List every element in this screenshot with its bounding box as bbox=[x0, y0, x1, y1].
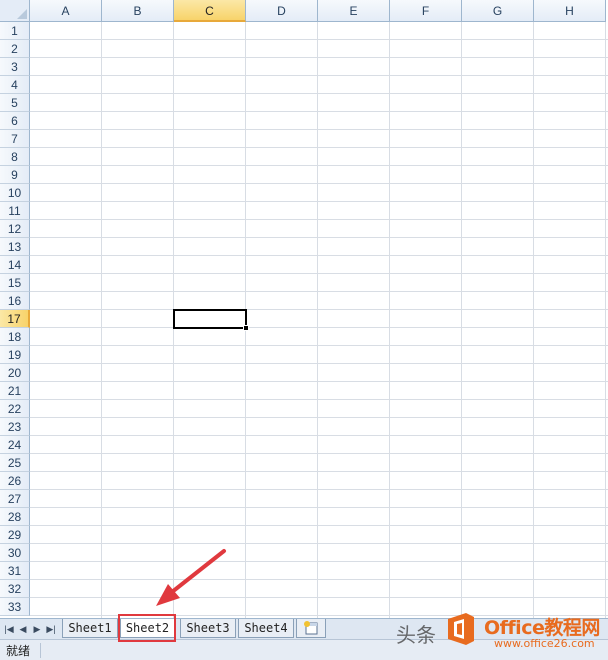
sheet-tab-sheet3[interactable]: Sheet3 bbox=[180, 619, 236, 638]
row-header-1[interactable]: 1 bbox=[0, 22, 30, 40]
column-header-f[interactable]: F bbox=[390, 0, 462, 22]
row-header-7[interactable]: 7 bbox=[0, 130, 30, 148]
row-header-2[interactable]: 2 bbox=[0, 40, 30, 58]
row-header-9[interactable]: 9 bbox=[0, 166, 30, 184]
prev-sheet-icon[interactable]: ◀ bbox=[16, 621, 30, 637]
next-sheet-icon[interactable]: ▶ bbox=[30, 621, 44, 637]
grid-hline bbox=[30, 291, 608, 292]
row-header-6[interactable]: 6 bbox=[0, 112, 30, 130]
grid-hline bbox=[30, 255, 608, 256]
office-logo-icon bbox=[448, 613, 474, 645]
row-header-28[interactable]: 28 bbox=[0, 508, 30, 526]
row-header-12[interactable]: 12 bbox=[0, 220, 30, 238]
row-header-3[interactable]: 3 bbox=[0, 58, 30, 76]
row-header-33[interactable]: 33 bbox=[0, 598, 30, 616]
grid-hline bbox=[30, 471, 608, 472]
row-header-19[interactable]: 19 bbox=[0, 346, 30, 364]
column-header-d[interactable]: D bbox=[246, 0, 318, 22]
select-all-corner[interactable] bbox=[0, 0, 30, 22]
grid-hline bbox=[30, 219, 608, 220]
watermark-url: www.office26.com bbox=[494, 637, 595, 650]
insert-sheet-icon bbox=[304, 621, 318, 635]
row-header-4[interactable]: 4 bbox=[0, 76, 30, 94]
insert-sheet-button[interactable] bbox=[296, 619, 326, 638]
watermark-brand: Office教程网 bbox=[484, 617, 600, 639]
row-header-16[interactable]: 16 bbox=[0, 292, 30, 310]
spreadsheet-grid: ABCDEFGH 1 2 3 4 5 6 7 8 9 10 11 12 13 14 15 16 17 18 19 20… bbox=[0, 0, 608, 621]
grid-hline bbox=[30, 453, 608, 454]
grid-hline bbox=[30, 147, 608, 148]
row-header-24[interactable]: 24 bbox=[0, 436, 30, 454]
last-sheet-icon[interactable]: ▶| bbox=[44, 621, 58, 637]
first-sheet-icon[interactable]: |◀ bbox=[2, 621, 16, 637]
row-header-15[interactable]: 15 bbox=[0, 274, 30, 292]
row-header-8[interactable]: 8 bbox=[0, 148, 30, 166]
grid-hline bbox=[30, 543, 608, 544]
watermark-toutiao: 头条 bbox=[396, 623, 436, 647]
row-header-31[interactable]: 31 bbox=[0, 562, 30, 580]
grid-hline bbox=[30, 561, 608, 562]
row-header-29[interactable]: 29 bbox=[0, 526, 30, 544]
select-all-triangle-icon bbox=[17, 9, 27, 19]
column-header-h[interactable]: H bbox=[534, 0, 606, 22]
status-separator bbox=[40, 643, 41, 658]
grid-hline bbox=[30, 111, 608, 112]
row-header-5[interactable]: 5 bbox=[0, 94, 30, 112]
row-header-20[interactable]: 20 bbox=[0, 364, 30, 382]
row-header-22[interactable]: 22 bbox=[0, 400, 30, 418]
row-header-26[interactable]: 26 bbox=[0, 472, 30, 490]
grid-hline bbox=[30, 327, 608, 328]
grid-hline bbox=[30, 309, 608, 310]
row-header-27[interactable]: 27 bbox=[0, 490, 30, 508]
grid-hline bbox=[30, 525, 608, 526]
grid-hline bbox=[30, 579, 608, 580]
row-header-14[interactable]: 14 bbox=[0, 256, 30, 274]
row-header-21[interactable]: 21 bbox=[0, 382, 30, 400]
row-header-30[interactable]: 30 bbox=[0, 544, 30, 562]
sheet-tab-sheet1[interactable]: Sheet1 bbox=[62, 619, 118, 638]
grid-hline bbox=[30, 417, 608, 418]
column-header-b[interactable]: B bbox=[102, 0, 174, 22]
grid-hline bbox=[30, 129, 608, 130]
grid-hline bbox=[30, 93, 608, 94]
column-header-c[interactable]: C bbox=[174, 0, 246, 22]
sheet-tab-sheet4[interactable]: Sheet4 bbox=[238, 619, 294, 638]
row-header-11[interactable]: 11 bbox=[0, 202, 30, 220]
grid-hline bbox=[30, 381, 608, 382]
fill-handle[interactable] bbox=[243, 325, 249, 331]
grid-hline bbox=[30, 183, 608, 184]
grid-hline bbox=[30, 399, 608, 400]
grid-hline bbox=[30, 273, 608, 274]
grid-hline bbox=[30, 165, 608, 166]
grid-hline bbox=[30, 237, 608, 238]
status-ready-text: 就绪 bbox=[6, 644, 31, 658]
grid-hline bbox=[30, 363, 608, 364]
row-header-13[interactable]: 13 bbox=[0, 238, 30, 256]
sheet-tab-sheet2[interactable]: Sheet2 bbox=[120, 619, 175, 638]
grid-hline bbox=[30, 201, 608, 202]
column-header-e[interactable]: E bbox=[318, 0, 390, 22]
grid-hline bbox=[30, 597, 608, 598]
row-header-18[interactable]: 18 bbox=[0, 328, 30, 346]
grid-hline bbox=[30, 57, 608, 58]
column-header-g[interactable]: G bbox=[462, 0, 534, 22]
grid-hline bbox=[30, 75, 608, 76]
row-header-23[interactable]: 23 bbox=[0, 418, 30, 436]
grid-hline bbox=[30, 39, 608, 40]
row-header-17[interactable]: 17 bbox=[0, 310, 30, 328]
grid-hline bbox=[30, 345, 608, 346]
row-header-32[interactable]: 32 bbox=[0, 580, 30, 598]
grid-hline bbox=[30, 435, 608, 436]
row-header-25[interactable]: 25 bbox=[0, 454, 30, 472]
grid-hline bbox=[30, 507, 608, 508]
row-header-10[interactable]: 10 bbox=[0, 184, 30, 202]
column-header-a[interactable]: A bbox=[30, 0, 102, 22]
grid-hline bbox=[30, 489, 608, 490]
active-cell[interactable] bbox=[173, 309, 247, 329]
